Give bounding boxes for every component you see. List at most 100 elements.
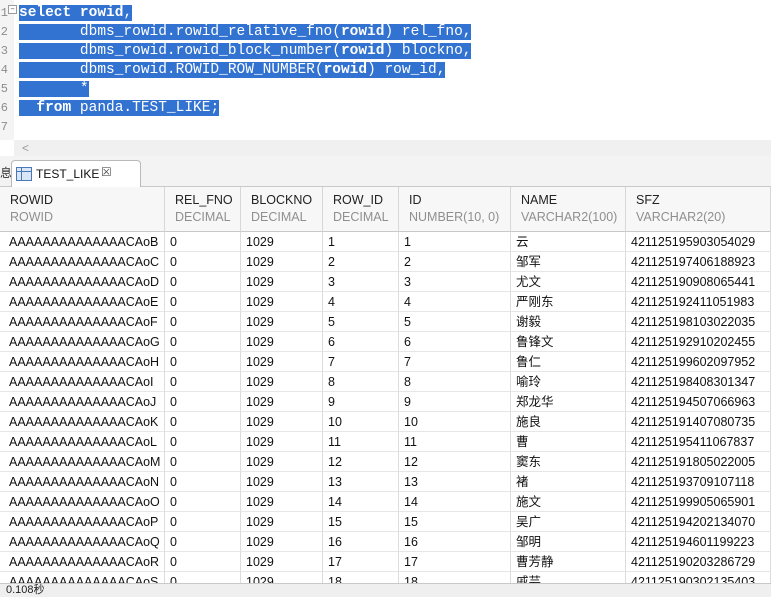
scroll-left-icon[interactable]: <: [22, 141, 29, 155]
cell-sfz[interactable]: 421125191805022005: [626, 452, 771, 472]
cell-id[interactable]: 6: [399, 332, 511, 352]
cell-rowid[interactable]: AAAAAAAAAAAAAACAoE: [0, 292, 165, 312]
table-row[interactable]: AAAAAAAAAAAAAACAoD 0 1029 3 3 尤文 4211251909080…: [0, 272, 771, 292]
cell-rel-fno[interactable]: 0: [165, 252, 241, 272]
cell-blockno[interactable]: 1029: [241, 552, 323, 572]
cell-row-id[interactable]: 3: [323, 272, 399, 292]
cell-rel-fno[interactable]: 0: [165, 472, 241, 492]
cell-rel-fno[interactable]: 0: [165, 312, 241, 332]
cell-sfz[interactable]: 421125195411067837: [626, 432, 771, 452]
cell-name[interactable]: 喻玲: [511, 372, 626, 392]
cell-rowid[interactable]: AAAAAAAAAAAAAACAoL: [0, 432, 165, 452]
cell-rel-fno[interactable]: 0: [165, 412, 241, 432]
cell-name[interactable]: 吴广: [511, 512, 626, 532]
cell-rowid[interactable]: AAAAAAAAAAAAAACAoQ: [0, 532, 165, 552]
cell-rowid[interactable]: AAAAAAAAAAAAAACAoN: [0, 472, 165, 492]
cell-rowid[interactable]: AAAAAAAAAAAAAACAoS: [0, 572, 165, 583]
column-header-row-id[interactable]: ROW_ID DECIMAL: [323, 187, 399, 232]
cell-id[interactable]: 10: [399, 412, 511, 432]
cell-row-id[interactable]: 12: [323, 452, 399, 472]
cell-name[interactable]: 严刚东: [511, 292, 626, 312]
cell-sfz[interactable]: 421125199602097952: [626, 352, 771, 372]
cell-id[interactable]: 1: [399, 232, 511, 252]
cell-rel-fno[interactable]: 0: [165, 372, 241, 392]
cell-name[interactable]: 施良: [511, 412, 626, 432]
cell-sfz[interactable]: 421125194507066963: [626, 392, 771, 412]
cell-blockno[interactable]: 1029: [241, 312, 323, 332]
cell-rel-fno[interactable]: 0: [165, 232, 241, 252]
cell-sfz[interactable]: 421125195903054029: [626, 232, 771, 252]
cell-rel-fno[interactable]: 0: [165, 272, 241, 292]
cell-sfz[interactable]: 421125194202134070: [626, 512, 771, 532]
cell-blockno[interactable]: 1029: [241, 532, 323, 552]
cell-rel-fno[interactable]: 0: [165, 552, 241, 572]
cell-row-id[interactable]: 6: [323, 332, 399, 352]
cell-sfz[interactable]: 421125193709107118: [626, 472, 771, 492]
table-row[interactable]: AAAAAAAAAAAAAACAoN 0 1029 13 13 褚 421125193709…: [0, 472, 771, 492]
cell-id[interactable]: 18: [399, 572, 511, 583]
cell-row-id[interactable]: 10: [323, 412, 399, 432]
cell-blockno[interactable]: 1029: [241, 572, 323, 583]
cell-rel-fno[interactable]: 0: [165, 532, 241, 552]
cell-row-id[interactable]: 17: [323, 552, 399, 572]
table-row[interactable]: AAAAAAAAAAAAAACAoS 0 1029 18 18 戚芸 42112519030…: [0, 572, 771, 583]
table-row[interactable]: AAAAAAAAAAAAAACAoK 0 1029 10 10 施良 42112519140…: [0, 412, 771, 432]
cell-row-id[interactable]: 13: [323, 472, 399, 492]
editor-horizontal-scrollbar[interactable]: <: [14, 140, 771, 156]
cell-blockno[interactable]: 1029: [241, 252, 323, 272]
cell-rowid[interactable]: AAAAAAAAAAAAAACAoK: [0, 412, 165, 432]
cell-blockno[interactable]: 1029: [241, 272, 323, 292]
cell-name[interactable]: 邹军: [511, 252, 626, 272]
code-line[interactable]: dbms_rowid.rowid_relative_fno(rowid) rel…: [19, 23, 472, 42]
table-row[interactable]: AAAAAAAAAAAAAACAoE 0 1029 4 4 严刚东 421125192411…: [0, 292, 771, 312]
cell-blockno[interactable]: 1029: [241, 372, 323, 392]
cell-blockno[interactable]: 1029: [241, 492, 323, 512]
cell-name[interactable]: 邹明: [511, 532, 626, 552]
cell-rowid[interactable]: AAAAAAAAAAAAAACAoD: [0, 272, 165, 292]
cell-blockno[interactable]: 1029: [241, 412, 323, 432]
cell-row-id[interactable]: 14: [323, 492, 399, 512]
cell-sfz[interactable]: 421125190302135403: [626, 572, 771, 583]
cell-rel-fno[interactable]: 0: [165, 292, 241, 312]
cell-name[interactable]: 曹: [511, 432, 626, 452]
cell-rowid[interactable]: AAAAAAAAAAAAAACAoG: [0, 332, 165, 352]
cell-rowid[interactable]: AAAAAAAAAAAAAACAoP: [0, 512, 165, 532]
cell-id[interactable]: 16: [399, 532, 511, 552]
cell-rel-fno[interactable]: 0: [165, 332, 241, 352]
cell-rel-fno[interactable]: 0: [165, 352, 241, 372]
code-line[interactable]: dbms_rowid.ROWID_ROW_NUMBER(rowid) row_i…: [19, 61, 446, 80]
code-line[interactable]: dbms_rowid.rowid_block_number(rowid) blo…: [19, 42, 472, 61]
cell-blockno[interactable]: 1029: [241, 332, 323, 352]
table-row[interactable]: AAAAAAAAAAAAAACAoM 0 1029 12 12 窦东 42112519180…: [0, 452, 771, 472]
cell-row-id[interactable]: 15: [323, 512, 399, 532]
column-header-rowid[interactable]: ROWID ROWID: [0, 187, 165, 232]
cell-sfz[interactable]: 421125198408301347: [626, 372, 771, 392]
cell-name[interactable]: 戚芸: [511, 572, 626, 583]
cell-rowid[interactable]: AAAAAAAAAAAAAACAoO: [0, 492, 165, 512]
cell-name[interactable]: 褚: [511, 472, 626, 492]
table-row[interactable]: AAAAAAAAAAAAAACAoR 0 1029 17 17 曹芳静 4211251902…: [0, 552, 771, 572]
cell-rowid[interactable]: AAAAAAAAAAAAAACAoR: [0, 552, 165, 572]
cell-sfz[interactable]: 421125190908065441: [626, 272, 771, 292]
table-row[interactable]: AAAAAAAAAAAAAACAoO 0 1029 14 14 施文 42112519990…: [0, 492, 771, 512]
cell-id[interactable]: 7: [399, 352, 511, 372]
cell-row-id[interactable]: 16: [323, 532, 399, 552]
table-row[interactable]: AAAAAAAAAAAAAACAoL 0 1029 11 11 曹 421125195411…: [0, 432, 771, 452]
code-line[interactable]: select rowid,: [19, 4, 133, 23]
cell-blockno[interactable]: 1029: [241, 392, 323, 412]
sql-editor[interactable]: − 1 2 3 4 5 6 7 select rowid, dbms_rowid.rowid…: [0, 0, 771, 140]
cell-id[interactable]: 12: [399, 452, 511, 472]
cell-rel-fno[interactable]: 0: [165, 452, 241, 472]
cell-rel-fno[interactable]: 0: [165, 512, 241, 532]
cell-name[interactable]: 郑龙华: [511, 392, 626, 412]
table-row[interactable]: AAAAAAAAAAAAAACAoQ 0 1029 16 16 邹明 42112519460…: [0, 532, 771, 552]
result-grid[interactable]: ROWID ROWID REL_FNO DECIMAL BLOCKNO DECIMAL RO…: [0, 187, 771, 583]
table-row[interactable]: AAAAAAAAAAAAAACAoI 0 1029 8 8 喻玲 4211251984083…: [0, 372, 771, 392]
cell-rel-fno[interactable]: 0: [165, 572, 241, 583]
column-header-blockno[interactable]: BLOCKNO DECIMAL: [241, 187, 323, 232]
cell-name[interactable]: 云: [511, 232, 626, 252]
cell-row-id[interactable]: 1: [323, 232, 399, 252]
cell-blockno[interactable]: 1029: [241, 452, 323, 472]
cell-sfz[interactable]: 421125199905065901: [626, 492, 771, 512]
table-row[interactable]: AAAAAAAAAAAAAACAoH 0 1029 7 7 鲁仁 4211251996020…: [0, 352, 771, 372]
